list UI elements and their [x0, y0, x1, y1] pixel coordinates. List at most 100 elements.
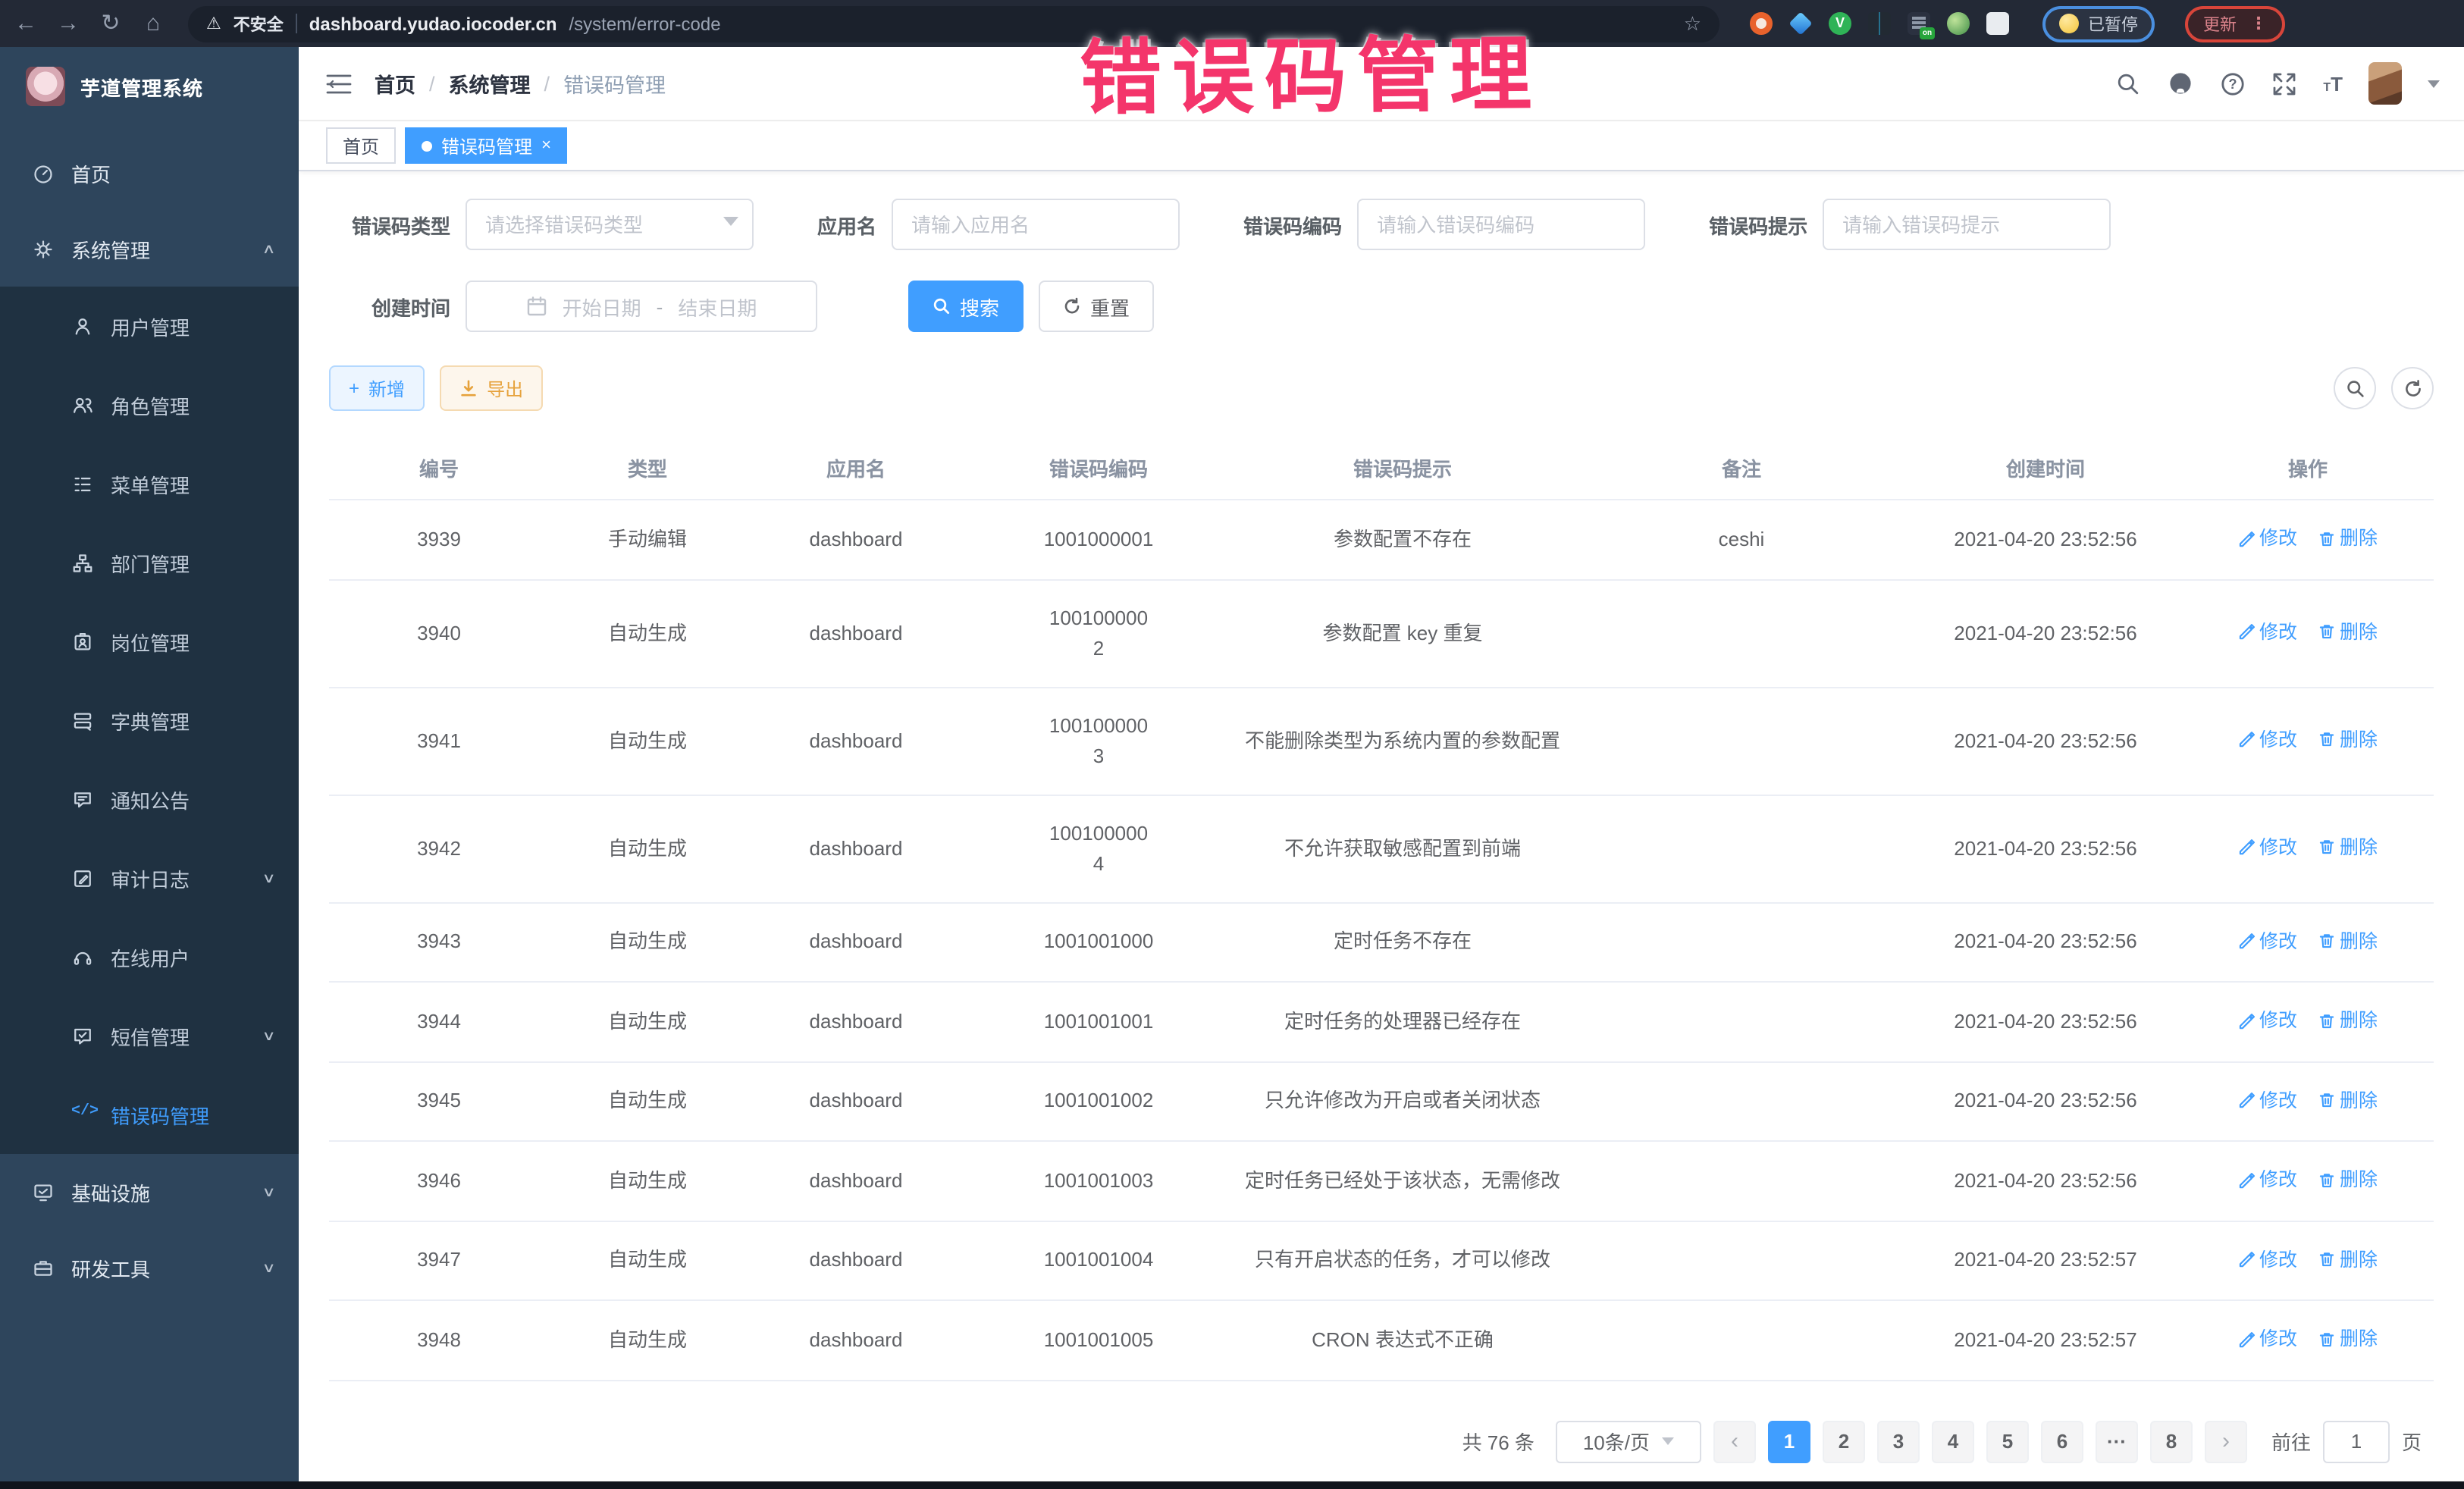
reset-button[interactable]: 重置 [1039, 281, 1154, 332]
sidebar-item-posts[interactable]: 岗位管理 [0, 602, 299, 681]
date-range-picker[interactable]: 开始日期 - 结束日期 [466, 281, 817, 332]
extensions-puzzle-icon[interactable] [1986, 12, 2009, 35]
delete-link[interactable]: 删除 [2318, 1085, 2378, 1115]
page-button-2[interactable]: 2 [1823, 1420, 1865, 1462]
edit-link[interactable]: 修改 [2238, 1244, 2297, 1274]
delete-link[interactable]: 删除 [2318, 725, 2378, 755]
fullscreen-icon[interactable] [2271, 71, 2297, 96]
app-name-input[interactable] [892, 199, 1180, 250]
breadcrumb-system[interactable]: 系统管理 [449, 68, 531, 99]
sidebar-item-dev-tools[interactable]: 研发工具 ∨ [0, 1230, 299, 1306]
refresh-table-button[interactable] [2391, 367, 2434, 409]
browser-home-icon[interactable]: ⌂ [140, 12, 167, 35]
edit-link[interactable]: 修改 [2238, 1165, 2297, 1195]
table-row: 3946自动生成dashboard1001001003定时任务已经处于该状态，无… [329, 1141, 2434, 1221]
github-icon[interactable] [2167, 70, 2194, 97]
delete-link[interactable]: 删除 [2318, 1244, 2378, 1274]
delete-link[interactable]: 删除 [2318, 832, 2378, 863]
error-code-page: 错误码类型 应用名 错误码编码 [299, 171, 2464, 1481]
security-warning-icon[interactable]: ⚠ [206, 14, 221, 33]
edit-link[interactable]: 修改 [2238, 617, 2297, 647]
browser-forward-icon[interactable]: → [55, 12, 82, 35]
profile-paused-chip[interactable]: 已暂停 [2042, 5, 2155, 42]
more-pages-button[interactable]: ··· [2096, 1420, 2138, 1462]
trash-icon [2318, 1092, 2335, 1108]
org-tree-icon [71, 551, 94, 574]
page-button-8[interactable]: 8 [2150, 1420, 2193, 1462]
extension-icon-tampermonkey[interactable]: on [1908, 12, 1930, 35]
page-button-3[interactable]: 3 [1877, 1420, 1920, 1462]
page-button-6[interactable]: 6 [2041, 1420, 2083, 1462]
sidebar-item-sms[interactable]: 短信管理 ∨ [0, 996, 299, 1075]
delete-link[interactable]: 删除 [2318, 1165, 2378, 1195]
sidebar-item-menus[interactable]: 菜单管理 [0, 444, 299, 523]
font-size-icon[interactable]: TT [2323, 72, 2343, 95]
sidebar-item-home[interactable]: 首页 [0, 135, 299, 211]
edit-link[interactable]: 修改 [2238, 523, 2297, 553]
error-code-input[interactable] [1357, 199, 1645, 250]
search-button[interactable]: 搜索 [908, 281, 1024, 332]
dictionary-icon [71, 709, 94, 732]
sidebar-collapse-icon[interactable] [326, 72, 352, 95]
edit-link[interactable]: 修改 [2238, 1324, 2297, 1354]
app-logo[interactable]: 芋道管理系统 [0, 47, 299, 126]
close-tab-icon[interactable]: × [541, 136, 551, 155]
page-size-select[interactable]: 10条/页 [1556, 1420, 1701, 1462]
delete-link[interactable]: 删除 [2318, 1324, 2378, 1354]
search-icon[interactable] [2115, 71, 2141, 96]
error-type-select[interactable] [466, 199, 754, 250]
extension-icon-grid[interactable] [1868, 12, 1891, 35]
extension-icon-gem[interactable] [1789, 12, 1812, 35]
toggle-search-button[interactable] [2334, 367, 2376, 409]
sidebar-item-error-code[interactable]: </> 错误码管理 [0, 1075, 299, 1154]
extension-icon-green-check[interactable]: V [1829, 12, 1851, 35]
table-row: 3947自动生成dashboard1001001004只有开启状态的任务，才可以… [329, 1221, 2434, 1300]
user-avatar[interactable] [2368, 62, 2402, 105]
edit-link[interactable]: 修改 [2238, 1085, 2297, 1115]
browser-back-icon[interactable]: ← [12, 12, 39, 35]
sidebar-item-announcements[interactable]: 通知公告 [0, 760, 299, 839]
add-button[interactable]: + 新增 [329, 365, 425, 411]
browser-reload-icon[interactable]: ↻ [97, 12, 124, 35]
extension-icon-plant[interactable] [1947, 12, 1970, 35]
extension-icon-orange[interactable] [1750, 12, 1773, 35]
sidebar-item-audit-log[interactable]: 审计日志 ∨ [0, 839, 299, 917]
page-button-1[interactable]: 1 [1768, 1420, 1810, 1462]
edit-link[interactable]: 修改 [2238, 1005, 2297, 1036]
bookmark-star-icon[interactable]: ☆ [1684, 11, 1701, 36]
edit-link[interactable]: 修改 [2238, 725, 2297, 755]
sidebar-item-infrastructure[interactable]: 基础设施 ∨ [0, 1154, 299, 1230]
error-hint-input[interactable] [1823, 199, 2111, 250]
export-button[interactable]: 导出 [440, 365, 543, 411]
delete-link[interactable]: 删除 [2318, 926, 2378, 956]
error-code-table: 编号 类型 应用名 错误码编码 错误码提示 备注 创建时间 操作 [329, 435, 2434, 1381]
sidebar-item-online-users[interactable]: 在线用户 [0, 917, 299, 996]
breadcrumb-home[interactable]: 首页 [375, 68, 415, 99]
help-icon[interactable]: ? [2220, 71, 2246, 96]
next-page-button[interactable]: › [2205, 1420, 2247, 1462]
edit-link[interactable]: 修改 [2238, 926, 2297, 956]
page-button-5[interactable]: 5 [1986, 1420, 2029, 1462]
avatar-caret-icon[interactable] [2428, 80, 2440, 93]
delete-link[interactable]: 删除 [2318, 1005, 2378, 1036]
edit-link[interactable]: 修改 [2238, 832, 2297, 863]
goto-page-input[interactable] [2323, 1420, 2390, 1462]
browser-menu-icon[interactable]: ⋮ [2250, 14, 2267, 33]
delete-link[interactable]: 删除 [2318, 523, 2378, 553]
sidebar-item-departments[interactable]: 部门管理 [0, 523, 299, 602]
sidebar-item-dictionary[interactable]: 字典管理 [0, 681, 299, 760]
delete-link[interactable]: 删除 [2318, 617, 2378, 647]
prev-page-button[interactable]: ‹ [1713, 1420, 1756, 1462]
sidebar-item-users[interactable]: 用户管理 [0, 287, 299, 365]
browser-toolbar: ← → ↻ ⌂ ⚠ 不安全 dashboard.yudao.iocoder.cn… [0, 0, 2464, 47]
download-icon [459, 379, 478, 397]
filter-type-label: 错误码类型 [329, 210, 450, 239]
tab-error-code[interactable]: 错误码管理 × [405, 127, 568, 164]
sidebar-item-roles[interactable]: 角色管理 [0, 365, 299, 444]
page-button-4[interactable]: 4 [1932, 1420, 1974, 1462]
chrome-update-button[interactable]: 更新 ⋮ [2185, 5, 2285, 42]
monitor-icon [32, 1180, 55, 1203]
address-bar[interactable]: ⚠ 不安全 dashboard.yudao.iocoder.cn/system/… [188, 5, 1719, 42]
sidebar-item-system[interactable]: 系统管理 ∧ [0, 211, 299, 287]
tab-home[interactable]: 首页 [326, 127, 396, 164]
